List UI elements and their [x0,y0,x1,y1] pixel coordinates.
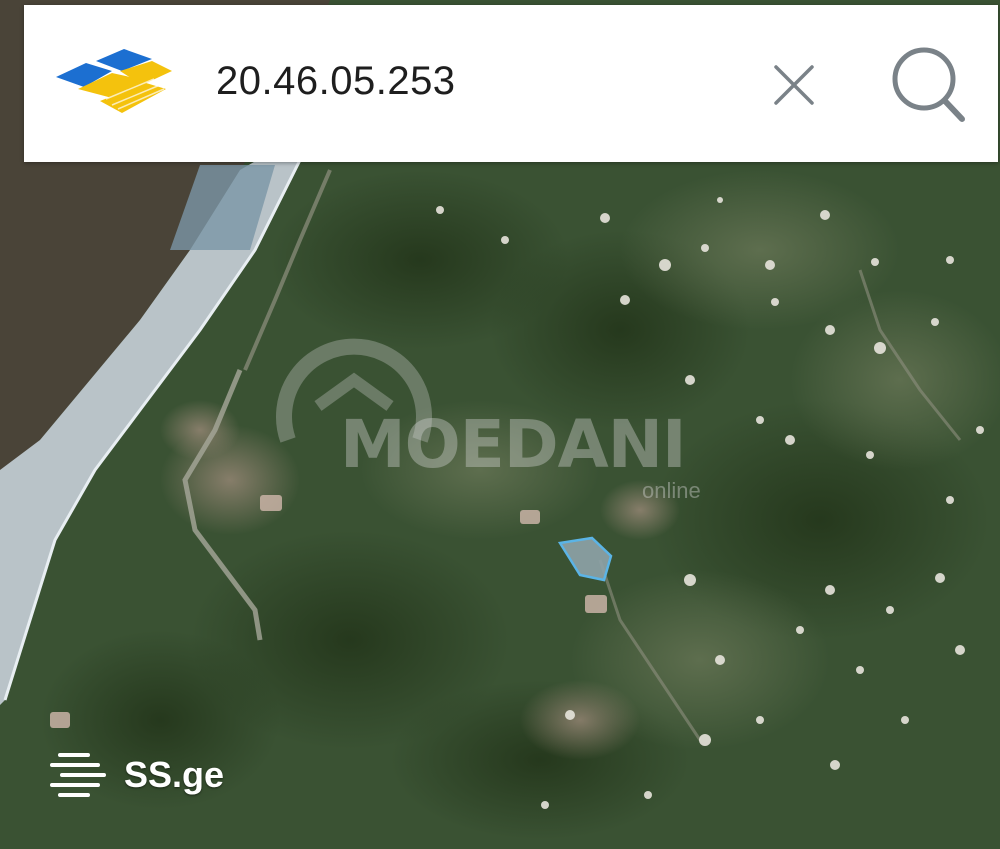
menu-lines-icon [50,753,106,797]
search-bar: 20.46.05.253 [24,5,998,162]
search-icon[interactable] [888,43,970,127]
close-icon[interactable] [768,59,820,111]
ss-ge-brand: SS.ge [48,748,248,802]
napr-logo-icon[interactable] [56,49,172,115]
brand-name: SS.ge [124,754,225,795]
search-input[interactable]: 20.46.05.253 [216,59,456,104]
